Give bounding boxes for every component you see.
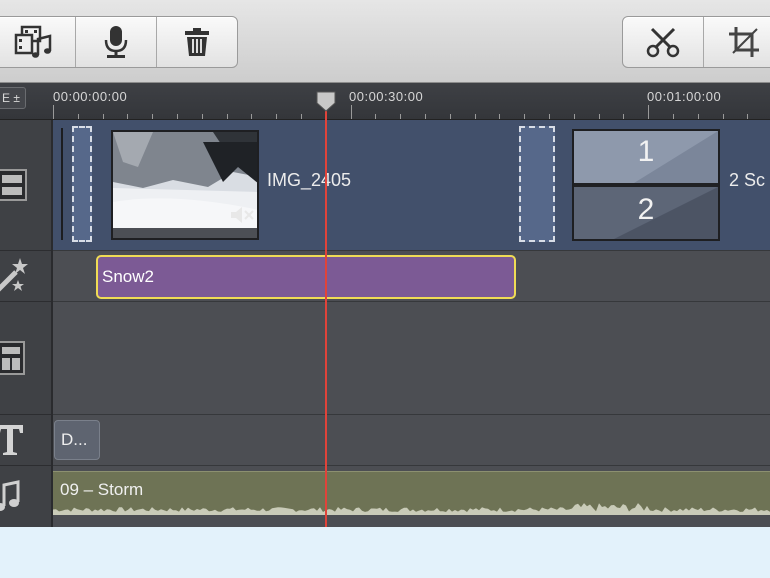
ruler-tick xyxy=(350,105,352,119)
ruler-tick xyxy=(226,114,228,119)
trash-icon xyxy=(185,28,209,56)
music-note-icon xyxy=(0,479,20,511)
audio-clip[interactable]: 09 – Storm xyxy=(53,471,770,515)
effects-track[interactable]: Snow2 xyxy=(53,251,770,302)
title-track-header[interactable] xyxy=(0,415,51,466)
ruler-tick xyxy=(400,114,402,119)
ruler-tick xyxy=(524,114,526,119)
video-clip-label: IMG_2405 xyxy=(267,170,352,190)
ruler-tick xyxy=(301,114,302,119)
tools-button-group xyxy=(622,16,770,68)
split-screen-label: 2 Sc xyxy=(729,170,766,190)
media-import-button[interactable] xyxy=(0,17,76,67)
microphone-icon xyxy=(104,26,128,58)
effect-clip[interactable]: Snow2 xyxy=(96,255,516,299)
magic-wand-icon xyxy=(0,258,28,292)
ruler-tick xyxy=(449,114,451,119)
film-strip-icon xyxy=(0,169,27,201)
ruler-tick xyxy=(127,114,129,119)
media-import-icon xyxy=(14,25,52,58)
audio-track[interactable]: 09 – Storm xyxy=(53,466,770,527)
title-clip[interactable]: D... xyxy=(54,420,100,460)
split-screen-number: 1 xyxy=(637,135,655,168)
overlay-track-header[interactable] xyxy=(0,302,51,415)
ruler-tick xyxy=(276,114,278,119)
picture-in-picture-icon xyxy=(0,341,25,375)
ruler-tick xyxy=(573,114,575,119)
playhead-handle[interactable] xyxy=(315,90,337,112)
transition-marker[interactable] xyxy=(519,126,555,242)
crop-icon xyxy=(729,27,759,57)
ruler-tick xyxy=(697,114,699,119)
ruler-tick xyxy=(152,114,154,119)
clip-edge xyxy=(61,128,63,240)
edit-button-group xyxy=(0,16,238,68)
ruler-tick xyxy=(474,114,476,119)
crop-button[interactable] xyxy=(704,17,770,67)
title-track[interactable]: D... xyxy=(53,415,770,466)
audio-muted-icon xyxy=(231,207,254,223)
timeline-window: E ± 00:00:00:00 00:00:30:00 00:01:00:00 xyxy=(0,0,770,527)
ruler-tick xyxy=(251,114,253,119)
zoom-control[interactable]: E ± xyxy=(0,87,26,109)
audio-track-header[interactable] xyxy=(0,466,51,527)
split-button[interactable] xyxy=(623,17,704,67)
delete-button[interactable] xyxy=(157,17,237,67)
transition-marker[interactable] xyxy=(72,126,92,242)
effects-track-header[interactable] xyxy=(0,251,51,302)
video-track-header[interactable] xyxy=(0,120,51,251)
audio-clip-label: 09 – Storm xyxy=(60,480,144,499)
timecode-label: 00:01:00:00 xyxy=(647,89,722,104)
split-screen-number: 2 xyxy=(637,193,655,226)
record-voiceover-button[interactable] xyxy=(76,17,157,67)
ruler-tick xyxy=(201,114,203,119)
ruler-tick xyxy=(499,114,501,119)
scissors-icon xyxy=(646,27,680,58)
timecode-label: 00:00:00:00 xyxy=(53,89,128,104)
ruler-tick xyxy=(673,114,674,119)
ruler-tick xyxy=(648,105,650,119)
video-track[interactable]: IMG_2405 1 2 2 Sc xyxy=(53,120,770,251)
ruler-tick xyxy=(549,114,550,119)
timeline-ruler[interactable]: E ± 00:00:00:00 00:00:30:00 00:01:00:00 xyxy=(0,83,770,120)
ruler-tick xyxy=(425,114,426,119)
ruler-tick xyxy=(747,114,749,119)
ruler-tick xyxy=(102,114,104,119)
ruler-tick xyxy=(598,114,600,119)
text-t-icon xyxy=(0,425,23,455)
overlay-track[interactable] xyxy=(53,302,770,415)
ruler-tick xyxy=(77,114,79,119)
toolbar xyxy=(0,0,770,83)
playhead-line xyxy=(325,108,327,527)
audio-waveform xyxy=(53,503,770,515)
timecode-label: 00:00:30:00 xyxy=(349,89,424,104)
split-screen-clip[interactable]: 1 2 xyxy=(572,129,720,241)
ruler-tick xyxy=(177,114,178,119)
ruler-tick xyxy=(375,114,377,119)
video-clip-thumbnail[interactable] xyxy=(111,130,259,240)
ruler-tick xyxy=(53,105,54,119)
track-headers xyxy=(0,120,53,527)
ruler-tick xyxy=(722,114,724,119)
ruler-tick xyxy=(623,114,625,119)
